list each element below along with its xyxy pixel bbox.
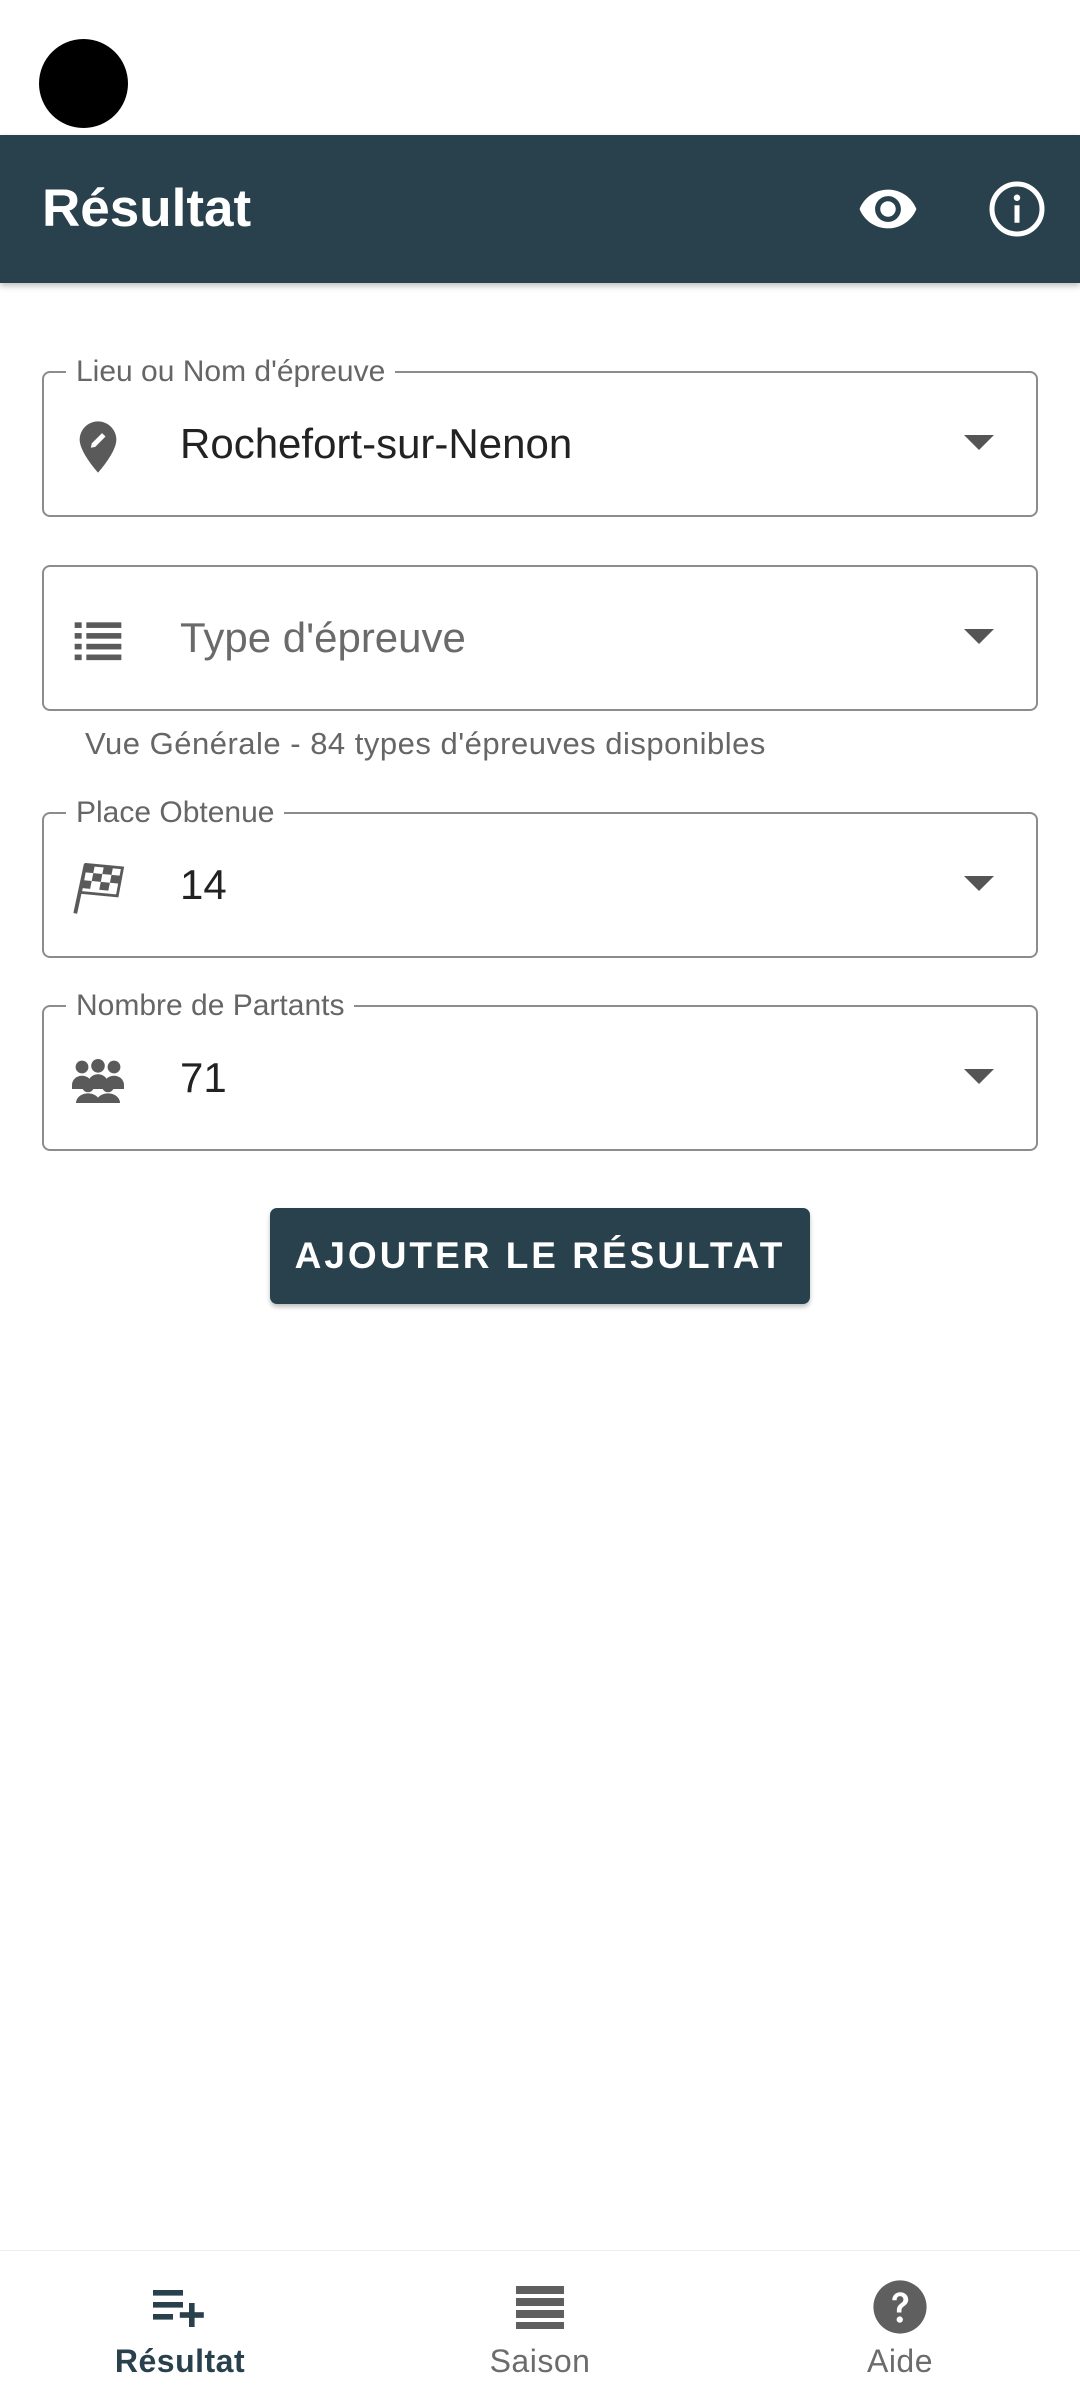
info-button[interactable] [977, 169, 1057, 249]
visibility-button[interactable] [848, 169, 928, 249]
info-icon [989, 181, 1045, 237]
chevron-down-icon[interactable] [964, 1069, 994, 1084]
add-result-button[interactable]: AJOUTER LE RÉSULTAT [270, 1208, 810, 1304]
chevron-down-icon[interactable] [964, 629, 994, 644]
list-icon [70, 613, 126, 669]
event-type-placeholder: Type d'épreuve [180, 614, 466, 661]
playlist-add-icon [0, 2277, 360, 2337]
people-group-icon [70, 1053, 126, 1109]
bottom-navigation: Résultat Saison Aide [0, 2250, 1080, 2400]
help-circle-icon [720, 2277, 1080, 2337]
participants-value: 71 [180, 1054, 227, 1101]
app-bar: Résultat [0, 135, 1080, 283]
list-bars-icon [360, 2277, 720, 2337]
chevron-down-icon[interactable] [964, 435, 994, 450]
camera-cutout [39, 39, 128, 128]
nav-label-saison: Saison [489, 2343, 591, 2379]
location-field[interactable]: Lieu ou Nom d'épreuve Rochefort-sur-Neno… [42, 354, 1038, 517]
eye-icon [859, 189, 917, 229]
nav-item-saison[interactable]: Saison [360, 2251, 720, 2401]
place-field[interactable]: Place Obtenue 14 [42, 795, 1038, 958]
participants-field[interactable]: Nombre de Partants 71 [42, 988, 1038, 1151]
nav-item-aide[interactable]: Aide [720, 2251, 1080, 2401]
event-type-helper-text: Vue Générale - 84 types d'épreuves dispo… [85, 726, 766, 761]
event-type-field[interactable]: Type d'épreuve [42, 565, 1038, 711]
nav-label-resultat: Résultat [114, 2343, 246, 2379]
checkered-flag-icon [70, 860, 126, 916]
chevron-down-icon[interactable] [964, 876, 994, 891]
place-value: 14 [180, 861, 227, 908]
nav-item-resultat[interactable]: Résultat [0, 2251, 360, 2401]
page-title: Résultat [42, 179, 252, 238]
place-field-label: Place Obtenue [66, 795, 285, 831]
status-bar [0, 0, 1080, 135]
location-value: Rochefort-sur-Nenon [180, 420, 573, 467]
nav-label-aide: Aide [866, 2343, 934, 2379]
pen-location-icon [70, 419, 126, 475]
